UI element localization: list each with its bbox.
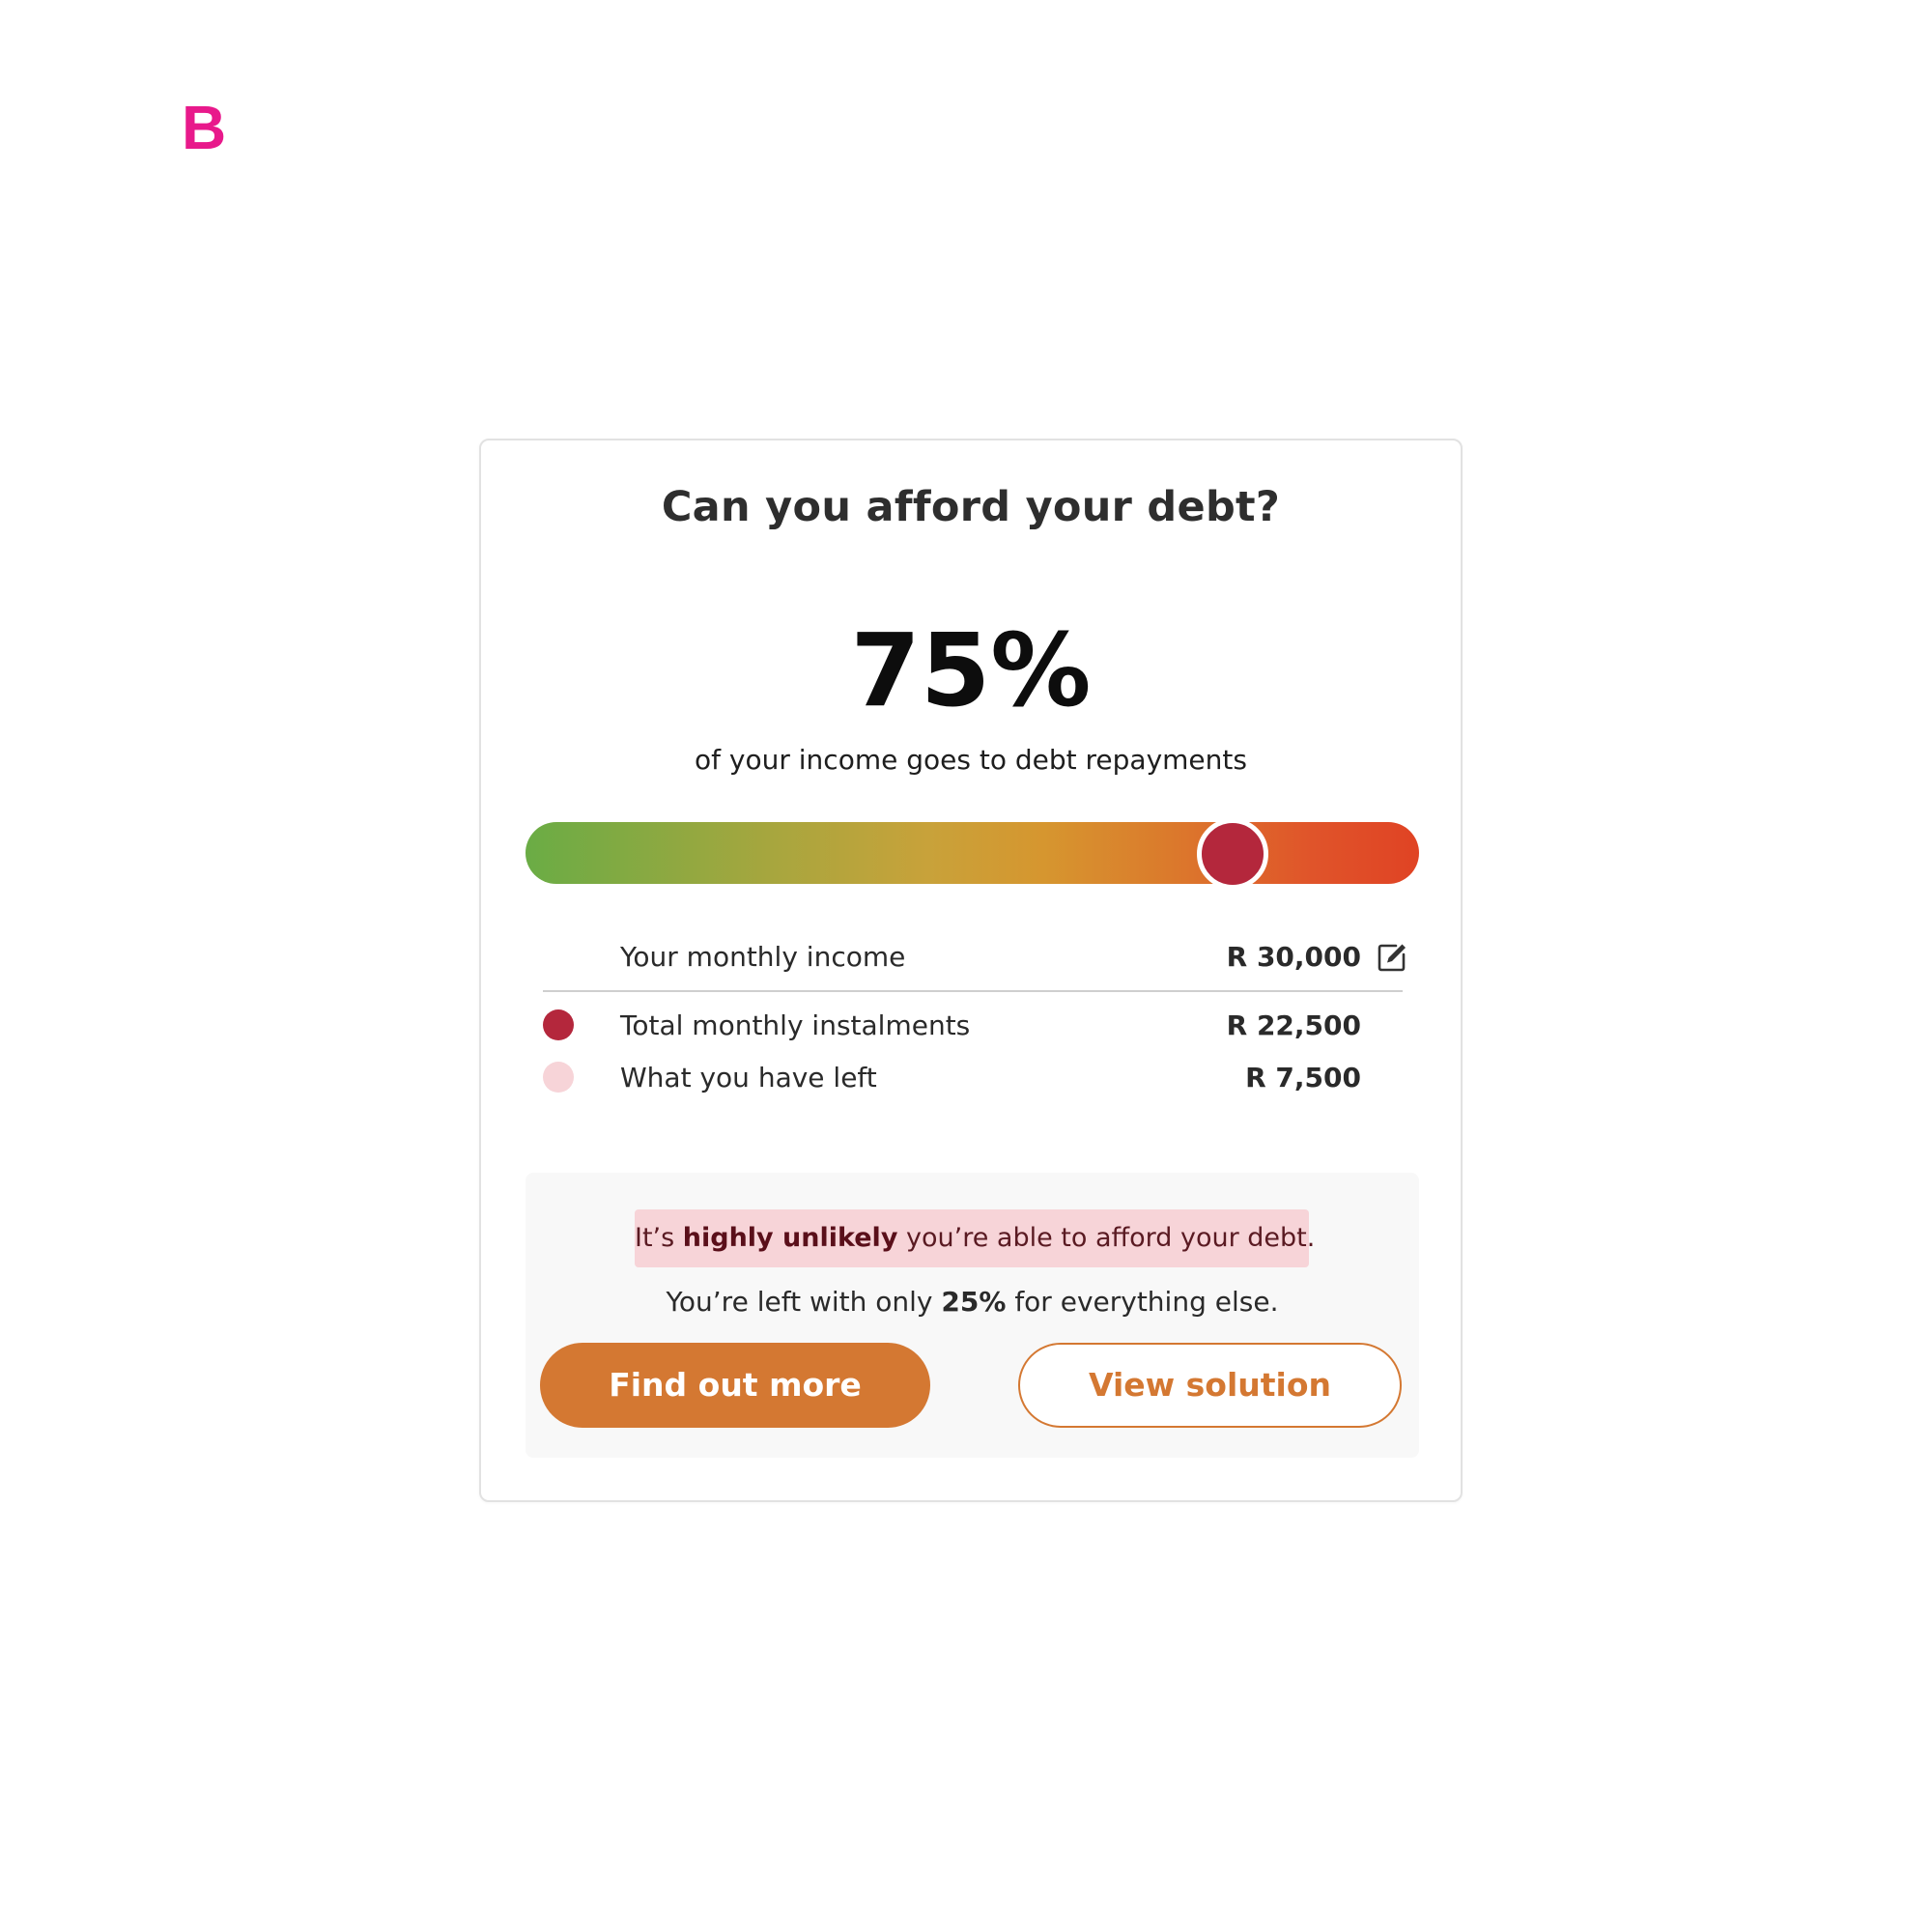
instalments-legend-dot — [543, 1009, 574, 1040]
verdict-banner: It’s highly unlikely you’re able to affo… — [635, 1209, 1315, 1267]
remaining-label: What you have left — [620, 1062, 877, 1094]
debt-ratio-meter — [526, 818, 1419, 890]
remaining-value: R 7,500 — [1245, 1062, 1361, 1094]
remaining-legend-dot — [543, 1062, 574, 1093]
verdict-emphasis: highly unlikely — [682, 1223, 898, 1253]
income-value: R 30,000 — [1226, 941, 1361, 973]
income-row: Your monthly income R 30,000 — [543, 936, 1407, 979]
leftover-emphasis: 25% — [941, 1286, 1007, 1318]
instalments-label: Total monthly instalments — [620, 1009, 971, 1041]
leftover-text: You’re left with only 25% for everything… — [526, 1286, 1419, 1318]
view-solution-button[interactable]: View solution — [1018, 1343, 1402, 1428]
remaining-row: What you have left R 7,500 — [543, 1057, 1407, 1099]
percentage-caption: of your income goes to debt repayments — [695, 744, 1247, 776]
affordability-card: Can you afford your debt? 75% of your in… — [479, 439, 1463, 1502]
leftover-prefix: You’re left with only — [666, 1286, 942, 1318]
meter-indicator — [1196, 818, 1268, 890]
card-title: Can you afford your debt? — [661, 483, 1281, 531]
income-label: Your monthly income — [620, 941, 906, 973]
debt-percentage: 75% — [850, 611, 1092, 729]
income-divider — [543, 990, 1403, 992]
leftover-suffix: for everything else. — [1006, 1286, 1279, 1318]
brand-logo: B — [182, 93, 227, 162]
find-out-more-button[interactable]: Find out more — [540, 1343, 930, 1428]
verdict-prefix: It’s — [635, 1223, 683, 1253]
verdict-suffix: you’re able to afford your debt. — [897, 1223, 1316, 1253]
edit-icon[interactable] — [1377, 942, 1407, 973]
instalments-value: R 22,500 — [1226, 1009, 1361, 1041]
instalments-row: Total monthly instalments R 22,500 — [543, 1005, 1407, 1047]
verdict-panel: It’s highly unlikely you’re able to affo… — [526, 1173, 1419, 1458]
